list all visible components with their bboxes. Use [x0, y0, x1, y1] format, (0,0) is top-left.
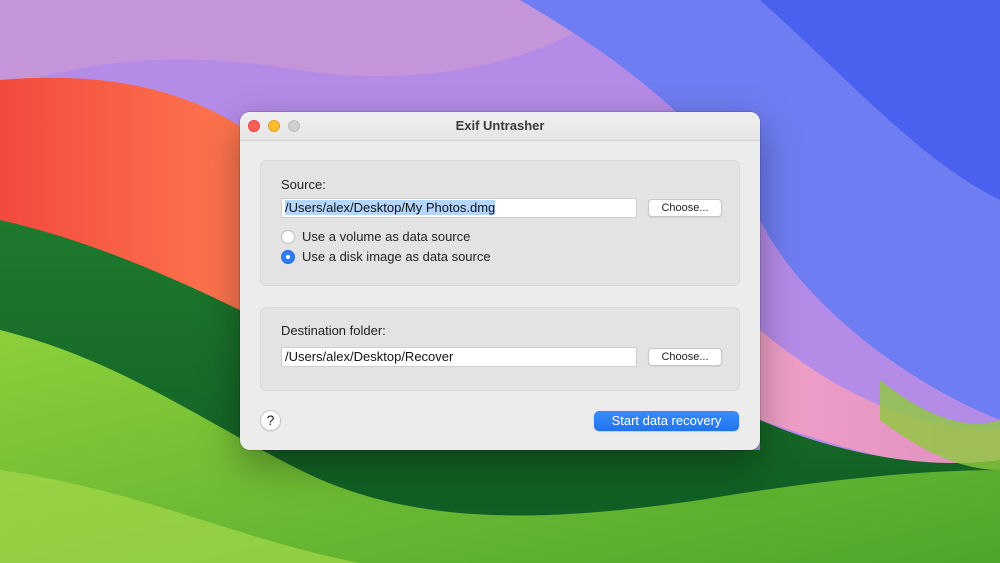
- source-path-field[interactable]: /Users/alex/Desktop/My Photos.dmg: [281, 198, 637, 218]
- help-icon: ?: [266, 412, 275, 428]
- source-label: Source:: [281, 177, 326, 192]
- desktop-wallpaper: Exif Untrasher Source: /Users/alex/Deskt…: [0, 0, 1000, 563]
- radio-volume-label: Use a volume as data source: [302, 229, 471, 244]
- titlebar: Exif Untrasher: [240, 112, 760, 141]
- help-button[interactable]: ?: [260, 410, 281, 431]
- start-recovery-button[interactable]: Start data recovery: [594, 411, 739, 431]
- radio-disk-image-indicator[interactable]: [281, 250, 295, 264]
- radio-disk-image-label: Use a disk image as data source: [302, 249, 491, 264]
- radio-volume-indicator[interactable]: [281, 230, 295, 244]
- source-group: Source: /Users/alex/Desktop/My Photos.dm…: [260, 160, 740, 286]
- source-choose-button[interactable]: Choose...: [648, 199, 722, 217]
- app-window: Exif Untrasher Source: /Users/alex/Deskt…: [240, 112, 760, 450]
- destination-label: Destination folder:: [281, 323, 386, 338]
- destination-choose-button[interactable]: Choose...: [648, 348, 722, 366]
- destination-path-field[interactable]: /Users/alex/Desktop/Recover: [281, 347, 637, 367]
- source-path-value: /Users/alex/Desktop/My Photos.dmg: [285, 200, 496, 215]
- window-title: Exif Untrasher: [455, 118, 545, 133]
- destination-group: Destination folder: /Users/alex/Desktop/…: [260, 307, 740, 391]
